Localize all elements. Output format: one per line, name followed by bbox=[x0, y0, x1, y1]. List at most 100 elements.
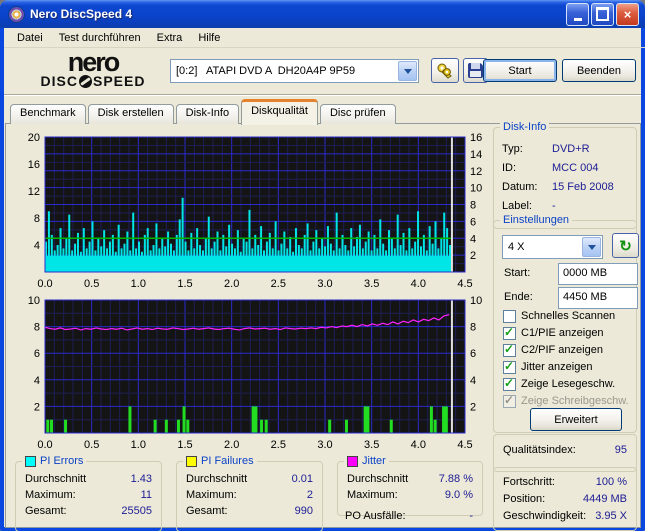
svg-text:3.5: 3.5 bbox=[364, 278, 379, 289]
speed-select[interactable]: 4 X bbox=[502, 235, 603, 259]
start-button[interactable]: Start bbox=[483, 59, 557, 82]
svg-text:4: 4 bbox=[470, 375, 476, 387]
advanced-button[interactable]: Erweitert bbox=[530, 408, 622, 431]
tab-disk-info[interactable]: Disk-Info bbox=[175, 104, 240, 124]
settings-group: Einstellungen 4 X ↻ Start: 0000 MB Ende:… bbox=[493, 214, 639, 433]
checkbox-c1-pie-anzeigen[interactable]: C1/PIE anzeigen bbox=[503, 325, 604, 340]
svg-text:20: 20 bbox=[28, 132, 40, 144]
svg-text:12: 12 bbox=[470, 166, 482, 178]
checkbox-zeige-schreibgeschw: Zeige Schreibgeschw. bbox=[503, 393, 629, 408]
titlebar: Nero DiscSpeed 4 × bbox=[0, 0, 645, 28]
menu-item-test-durchfuehren[interactable]: Test durchführen bbox=[51, 30, 149, 46]
disc-icon bbox=[78, 75, 92, 88]
svg-text:4.0: 4.0 bbox=[411, 439, 426, 451]
svg-text:2: 2 bbox=[470, 401, 476, 413]
svg-text:1.0: 1.0 bbox=[131, 278, 146, 289]
speed-select-dropdown-button[interactable] bbox=[582, 237, 601, 257]
pi-errors-legend-swatch bbox=[25, 455, 36, 467]
svg-text:10: 10 bbox=[28, 295, 40, 307]
svg-text:2.5: 2.5 bbox=[271, 278, 286, 289]
po-failures-value: - bbox=[469, 510, 473, 522]
maximize-button[interactable] bbox=[591, 2, 614, 26]
stat-row: Maximum: 11 bbox=[25, 489, 152, 501]
menu-item-datei[interactable]: Datei bbox=[9, 30, 51, 46]
checkbox-schnelles-scannen[interactable]: Schnelles Scannen bbox=[503, 309, 615, 323]
svg-text:0.0: 0.0 bbox=[37, 439, 52, 451]
quality-index-value: 95 bbox=[614, 444, 627, 456]
svg-text:2.5: 2.5 bbox=[271, 439, 286, 451]
chevron-down-icon bbox=[403, 68, 412, 74]
logo-nero-text: nero bbox=[67, 47, 121, 77]
end-field[interactable]: 4450 MB bbox=[558, 287, 638, 309]
refresh-icon: ↻ bbox=[619, 237, 632, 255]
stat-row: Gesamt: 990 bbox=[186, 505, 313, 517]
disc-app-icon bbox=[8, 5, 25, 23]
drive-select-dropdown-button[interactable] bbox=[398, 61, 417, 81]
disk-info-row-id: ID: MCC 004 bbox=[502, 162, 599, 174]
svg-text:16: 16 bbox=[470, 132, 482, 144]
progress-box: Fortschritt: 100 % Position: 4449 MB Gesch… bbox=[493, 467, 637, 531]
checkbox-c2-pif-anzeigen[interactable]: C2/PIF anzeigen bbox=[503, 342, 603, 357]
pi-errors-chart: 481216202468101214160.0 0.5 1.0 1.5 2.0 2.5 3.… bbox=[28, 132, 483, 289]
tab-diskqualitaet[interactable]: Diskqualität bbox=[241, 99, 318, 125]
chevron-down-icon bbox=[587, 244, 596, 250]
svg-text:8: 8 bbox=[470, 322, 476, 334]
maximize-icon bbox=[596, 7, 609, 21]
quality-index-row: Qualitätsindex: 95 bbox=[494, 442, 636, 458]
svg-text:0.5: 0.5 bbox=[84, 278, 99, 289]
refresh-button[interactable]: ↻ bbox=[612, 233, 639, 258]
menu-item-hilfe[interactable]: Hilfe bbox=[190, 30, 228, 46]
svg-text:4.0: 4.0 bbox=[411, 278, 426, 289]
svg-text:16: 16 bbox=[28, 159, 40, 171]
svg-text:1.0: 1.0 bbox=[131, 439, 146, 451]
jitter-pif-chart: 2 4 6 8 10 2 4 6 8 10 0.0 0.5 1.0 1.5 2.0 2.5 3.0 3.5 4.0 4… bbox=[28, 295, 483, 451]
tab-disk-erstellen[interactable]: Disk erstellen bbox=[87, 104, 174, 124]
svg-text:6: 6 bbox=[470, 216, 476, 228]
svg-text:0.5: 0.5 bbox=[84, 439, 99, 451]
speed-select-value: 4 X bbox=[508, 241, 525, 253]
quality-index-label: Qualitätsindex: bbox=[503, 444, 576, 456]
header: nero DISC SPEED [0:2] ATAPI DVD A DH20A4P… bbox=[4, 48, 641, 95]
start-field-label: Start: bbox=[504, 267, 531, 279]
menu-item-extra[interactable]: Extra bbox=[149, 30, 191, 46]
position-row: Position: 4449 MB bbox=[503, 493, 627, 505]
svg-text:10: 10 bbox=[470, 183, 482, 195]
options-button[interactable] bbox=[431, 58, 459, 83]
disk-info-row-typ: Typ: DVD+R bbox=[502, 143, 590, 155]
tab-disc-pruefen[interactable]: Disc prüfen bbox=[319, 104, 396, 124]
tab-benchmark[interactable]: Benchmark bbox=[10, 104, 86, 124]
close-button[interactable]: × bbox=[616, 2, 639, 26]
checkbox-icon bbox=[503, 309, 516, 323]
svg-text:6: 6 bbox=[470, 348, 476, 360]
stat-row: Durchschnitt 0.01 bbox=[186, 473, 313, 485]
svg-text:4: 4 bbox=[34, 375, 40, 387]
jitter-stats-box: Jitter Durchschnitt 7.88 % Maximum: 9.0 % bbox=[337, 455, 483, 516]
svg-text:2: 2 bbox=[34, 401, 40, 413]
svg-text:8: 8 bbox=[34, 322, 40, 334]
drive-select-value: [0:2] ATAPI DVD A DH20A4P 9P59 bbox=[176, 65, 356, 77]
nero-discspeed-logo: nero DISC SPEED bbox=[18, 47, 168, 89]
checkbox-zeige-lesegeschw[interactable]: Zeige Lesegeschw. bbox=[503, 376, 615, 391]
quit-button[interactable]: Beenden bbox=[562, 59, 636, 82]
start-field[interactable]: 0000 MB bbox=[558, 263, 638, 285]
svg-text:4: 4 bbox=[470, 233, 476, 245]
checkbox-icon bbox=[503, 393, 516, 408]
svg-text:8: 8 bbox=[470, 200, 476, 212]
jitter-stats-title: Jitter bbox=[344, 455, 389, 467]
pi-failures-stats-box: PI Failures Durchschnitt 0.01 Maximum: 2 G… bbox=[176, 455, 323, 531]
checkbox-icon bbox=[503, 342, 516, 357]
svg-text:3.0: 3.0 bbox=[317, 439, 332, 451]
checkbox-jitter-anzeigen[interactable]: Jitter anzeigen bbox=[503, 359, 593, 374]
stat-row: Durchschnitt 1.43 bbox=[25, 473, 152, 485]
window-title: Nero DiscSpeed 4 bbox=[30, 7, 133, 21]
svg-text:2: 2 bbox=[470, 250, 476, 262]
po-failures-row: PO Ausfälle: - bbox=[345, 510, 473, 522]
svg-text:1.5: 1.5 bbox=[177, 278, 192, 289]
svg-text:14: 14 bbox=[470, 149, 482, 161]
svg-text:4.5: 4.5 bbox=[457, 439, 472, 451]
minimize-button[interactable] bbox=[566, 2, 589, 26]
jitter-legend-swatch bbox=[347, 455, 358, 467]
pi-failures-stats-title: PI Failures bbox=[183, 455, 257, 467]
drive-select[interactable]: [0:2] ATAPI DVD A DH20A4P 9P59 bbox=[170, 59, 419, 83]
svg-text:1.5: 1.5 bbox=[177, 439, 192, 451]
